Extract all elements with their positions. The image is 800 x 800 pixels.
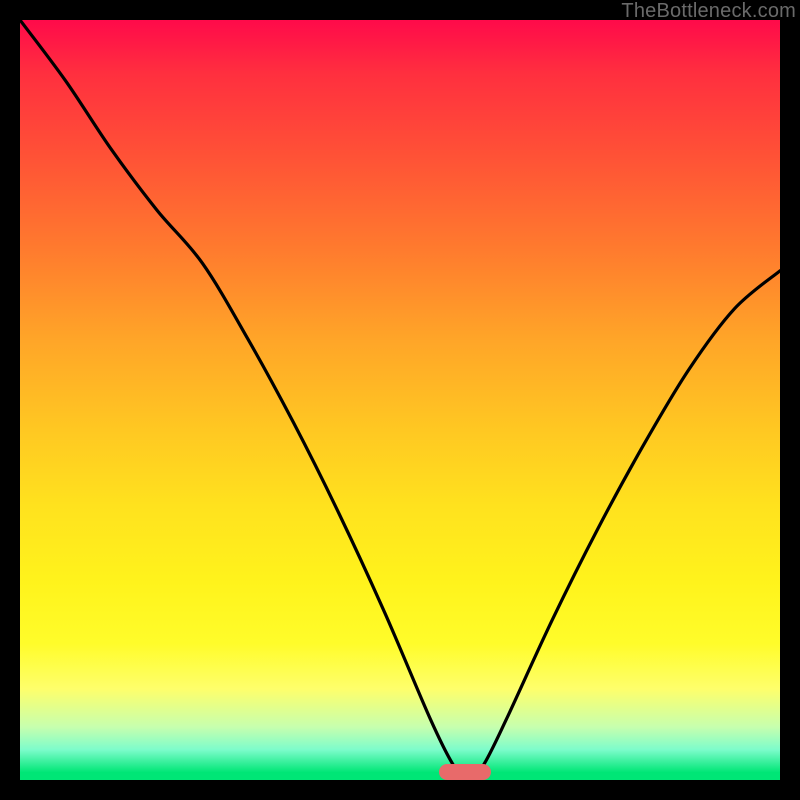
plot-area xyxy=(20,20,780,780)
bottleneck-curve xyxy=(20,20,780,780)
optimal-range-marker xyxy=(439,764,491,780)
watermark-text: TheBottleneck.com xyxy=(621,0,796,23)
chart-frame xyxy=(20,20,780,780)
